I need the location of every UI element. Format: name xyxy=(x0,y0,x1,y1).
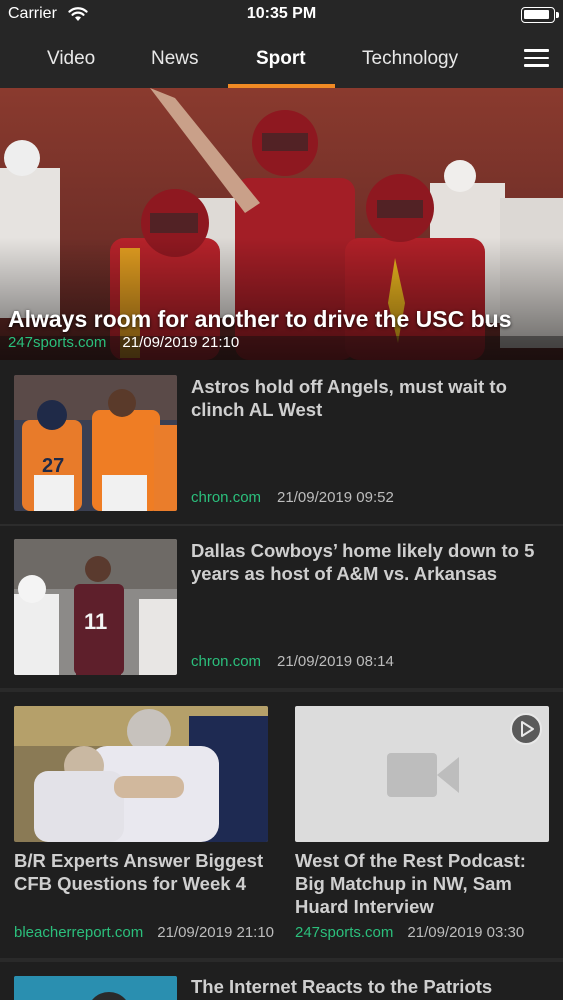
status-bar: Carrier 10:35 PM xyxy=(0,0,563,30)
tab-technology[interactable]: Technology xyxy=(362,48,458,70)
video-card-meta: 247sports.com 21/09/2019 03:30 xyxy=(295,924,524,941)
article-card-date: 21/09/2019 21:10 xyxy=(157,924,275,941)
article-thumbnail: 11 xyxy=(14,539,177,675)
featured-article-date: 21/09/2019 21:10 xyxy=(122,334,240,351)
article-title: Astros hold off Angels, must wait to cli… xyxy=(191,376,507,420)
video-card-source: 247sports.com xyxy=(295,924,394,941)
tab-video[interactable]: Video xyxy=(47,48,95,70)
menu-icon[interactable] xyxy=(524,49,549,69)
video-camera-icon xyxy=(387,753,459,797)
article-meta: chron.com 21/09/2019 09:52 xyxy=(191,489,394,506)
article-row[interactable]: The Internet Reacts to the Patriots xyxy=(0,960,563,1000)
tab-sport[interactable]: Sport xyxy=(256,48,306,70)
clock: 10:35 PM xyxy=(246,5,317,22)
video-card[interactable]: West Of the Rest Podcast: Big Matchup in… xyxy=(295,706,549,956)
video-card-image xyxy=(295,706,549,842)
article-thumbnail xyxy=(14,976,177,1000)
article-title: The Internet Reacts to the Patriots xyxy=(191,976,493,997)
svg-text:11: 11 xyxy=(84,609,107,634)
battery-icon xyxy=(521,7,559,23)
featured-article[interactable]: Always room for another to drive the USC… xyxy=(0,88,563,360)
video-card-date: 21/09/2019 03:30 xyxy=(407,924,525,941)
article-source: chron.com xyxy=(191,489,262,506)
article-card[interactable]: B/R Experts Answer Biggest CFB Questions… xyxy=(14,706,274,956)
article-date: 21/09/2019 09:52 xyxy=(277,489,394,506)
article-card-image xyxy=(14,706,268,842)
divider xyxy=(0,688,563,692)
category-tab-bar: Video News Sport Technology xyxy=(0,30,563,88)
article-row[interactable]: 11 Dallas Cowboys’ home likely down to 5… xyxy=(0,525,563,690)
article-card-title: B/R Experts Answer Biggest CFB Questions… xyxy=(14,850,264,894)
article-title: Dallas Cowboys’ home likely down to 5 ye… xyxy=(191,540,535,584)
featured-article-source: 247sports.com xyxy=(8,334,107,351)
article-thumbnail: 27 xyxy=(14,375,177,511)
article-card-meta: bleacherreport.com 21/09/2019 21:10 xyxy=(14,924,274,941)
tab-news[interactable]: News xyxy=(151,48,199,70)
article-date: 21/09/2019 08:14 xyxy=(277,653,394,670)
article-card-source: bleacherreport.com xyxy=(14,924,144,941)
featured-article-title: Always room for another to drive the USC… xyxy=(8,306,512,332)
article-source: chron.com xyxy=(191,653,262,670)
featured-article-meta: 247sports.com 21/09/2019 21:10 xyxy=(8,334,239,351)
play-icon[interactable] xyxy=(510,713,542,745)
article-meta: chron.com 21/09/2019 08:14 xyxy=(191,653,394,670)
video-card-title: West Of the Rest Podcast: Big Matchup in… xyxy=(295,850,526,917)
svg-text:27: 27 xyxy=(42,455,64,477)
article-row[interactable]: 27 Astros hold off Angels, must wait to … xyxy=(0,361,563,526)
